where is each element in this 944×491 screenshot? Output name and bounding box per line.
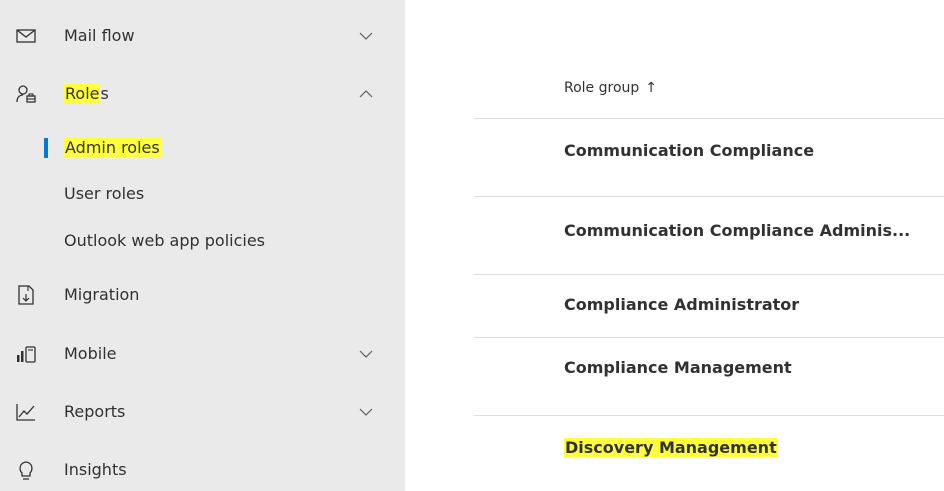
reports-icon <box>16 404 35 421</box>
lightbulb-icon <box>19 461 33 480</box>
sidebar-item-mobile[interactable]: Mobile <box>0 330 405 378</box>
sidebar-item-roles[interactable]: Roles <box>0 70 405 118</box>
sidebar-item-mail-flow[interactable]: Mail flow <box>0 12 405 60</box>
chevron-down-icon <box>359 32 373 40</box>
sidebar-item-label: Mobile <box>64 344 117 363</box>
sidebar-item-label: Insights <box>64 460 127 479</box>
column-header-role-group[interactable]: Role group ↑ <box>564 78 657 98</box>
sidebar-subitem-user-roles[interactable]: User roles <box>0 172 405 216</box>
table-row[interactable]: Compliance Administrator <box>474 275 944 337</box>
table-row[interactable]: Compliance Management <box>474 338 944 415</box>
chevron-down-icon <box>359 408 373 416</box>
chevron-down-icon <box>359 350 373 358</box>
role-group-name: Compliance Administrator <box>564 295 800 314</box>
sidebar-item-reports[interactable]: Reports <box>0 388 405 436</box>
sidebar-nav: Mail flow Roles Admin roles User roles O… <box>0 0 405 491</box>
sidebar-item-label: Roles <box>64 82 109 106</box>
sidebar-subitem-label: Admin roles <box>64 136 161 160</box>
search-highlight: Discovery Management <box>564 438 778 457</box>
column-header-label: Role group <box>564 80 640 96</box>
mobile-icon <box>17 346 36 363</box>
label-suffix: s <box>100 84 109 103</box>
table-row[interactable]: Communication Compliance <box>474 119 944 196</box>
sidebar-item-label: Reports <box>64 402 126 421</box>
migration-icon <box>18 285 34 305</box>
active-indicator <box>44 138 48 158</box>
role-groups-list: Role group ↑ Communication Compliance Com… <box>405 0 944 491</box>
sidebar-item-label: Mail flow <box>64 26 135 45</box>
sort-ascending-icon: ↑ <box>645 80 658 96</box>
sidebar-subitem-label: User roles <box>64 184 145 203</box>
role-group-name: Compliance Management <box>564 358 792 377</box>
table-row[interactable]: Discovery Management <box>474 416 944 491</box>
sidebar-item-label: Migration <box>64 285 140 304</box>
mail-icon <box>16 29 36 43</box>
sidebar-subitem-admin-roles[interactable]: Admin roles <box>0 126 405 170</box>
role-group-name: Discovery Management <box>564 436 778 460</box>
sidebar-subitem-owa-policies[interactable]: Outlook web app policies <box>0 219 405 263</box>
chevron-up-icon <box>359 90 373 98</box>
role-group-name: Communication Compliance <box>564 141 815 160</box>
search-highlight: Role <box>64 84 101 103</box>
exchange-admin-screen: Mail flow Roles Admin roles User roles O… <box>0 0 944 491</box>
role-group-name: Communication Compliance Adminis... <box>564 221 911 240</box>
sidebar-item-migration[interactable]: Migration <box>0 271 405 319</box>
sidebar-subitem-label: Outlook web app policies <box>64 231 266 250</box>
sidebar-item-insights[interactable]: Insights <box>0 446 405 491</box>
table-row[interactable]: Communication Compliance Adminis... <box>474 197 944 274</box>
roles-icon <box>16 85 36 103</box>
search-highlight: Admin roles <box>64 138 161 157</box>
